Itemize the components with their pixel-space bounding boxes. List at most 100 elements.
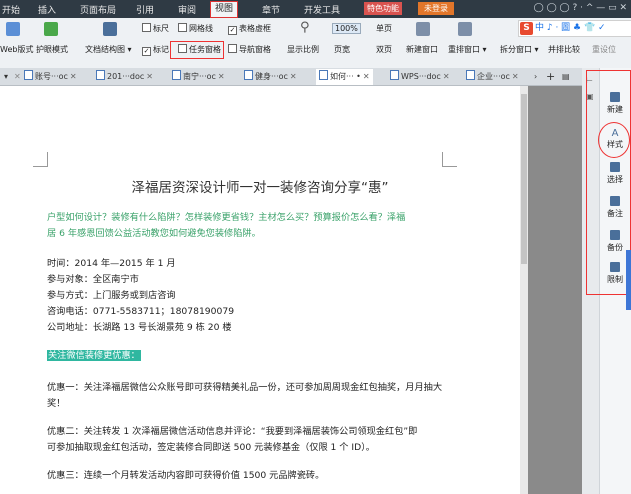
- menu-review[interactable]: 审阅: [178, 3, 196, 16]
- ruler-label: 标尺: [153, 24, 169, 33]
- tab-document[interactable]: 201···doc ✕: [96, 70, 153, 84]
- page-corner-marker: [442, 152, 457, 167]
- document-page[interactable]: 泽福居资深设计师一对一装修咨询分享“惠” 户型如何设计？装修有什么陷阱？怎样装修…: [0, 86, 520, 494]
- zoom-button[interactable]: 显示比例: [287, 44, 319, 55]
- close-icon[interactable]: ✕: [290, 72, 297, 81]
- menu-insert[interactable]: 插入: [38, 3, 56, 16]
- login-button[interactable]: 未登录: [418, 2, 454, 15]
- document-icon: [466, 70, 475, 80]
- menu-bar: 开始 插入 页面布局 引用 审阅 视图 章节 开发工具 特色功能 未登录 ◯ ◯…: [0, 0, 631, 18]
- wechat-heading: 关注微信装修更优惠：: [47, 348, 141, 364]
- close-icon[interactable]: ✕: [218, 72, 225, 81]
- offer-one-line-2: 奖！: [47, 398, 66, 409]
- checkbox-checked-icon: ✓: [228, 26, 237, 35]
- document-tab-bar: ▾ ✕ 账号···oc ✕ 201···doc ✕ 南宁···oc ✕ 健身···oc…: [0, 68, 631, 86]
- document-map-icon: [103, 22, 117, 36]
- tab-label: WPS···doc: [401, 72, 441, 81]
- zoom-100-button[interactable]: 100%: [332, 23, 361, 34]
- ruler-checkbox[interactable]: 标尺: [142, 23, 169, 34]
- document-icon: [24, 70, 33, 80]
- page-corner-marker: [33, 152, 48, 167]
- tab-label: 如何··· •: [330, 72, 361, 81]
- offer-two-line-1: 优惠二：关注转发 1 次泽福居微信活动信息并评论：“我要到泽福居装饰公司领现金红…: [47, 426, 418, 437]
- tab-menu-icon[interactable]: ▤: [562, 70, 570, 84]
- two-pages-button[interactable]: 双页: [376, 44, 392, 55]
- new-tab-button[interactable]: +: [546, 70, 555, 84]
- tab-label: 南宁···oc: [183, 72, 216, 81]
- new-window-button[interactable]: 新建窗口: [406, 44, 438, 55]
- checkbox-icon: [142, 23, 151, 32]
- wechat-heading-text: 关注微信装修更优惠：: [47, 350, 141, 361]
- document-map-button[interactable]: 文档结构图 ▾: [85, 44, 132, 55]
- close-icon[interactable]: ✕: [70, 72, 77, 81]
- tab-label: 健身···oc: [255, 72, 288, 81]
- mark-checkbox[interactable]: ✓ 标记: [142, 44, 169, 56]
- close-icon[interactable]: ✕: [443, 72, 450, 81]
- document-title: 泽福居资深设计师一对一装修咨询分享“惠”: [131, 180, 389, 196]
- single-page-button[interactable]: 单页: [376, 23, 392, 34]
- nav-window-checkbox[interactable]: 导航窗格: [228, 44, 271, 55]
- side-by-side-button[interactable]: 并排比较: [548, 44, 580, 55]
- close-icon[interactable]: ✕: [14, 70, 21, 84]
- event-time: 时间：2014 年—2015 年 1 月: [47, 258, 176, 269]
- nav-window-label: 导航窗格: [239, 45, 271, 54]
- pane-edge-marker: [626, 250, 631, 310]
- offer-two-line-2: 可参加抽取现金红包活动，签定装修合同即送 500 元装修基金（仅限 1 个 ID…: [47, 442, 375, 453]
- event-method: 参与方式：上门服务或到店咨询: [47, 290, 176, 301]
- ime-toolbar[interactable]: S中 ♪ ⋅ 圖 ♣ 👕 ✓: [518, 20, 631, 37]
- offer-three: 优惠三：连续一个月转发活动内容即可获得价值 1500 元品牌瓷砖。: [47, 470, 325, 481]
- document-icon: [172, 70, 181, 80]
- table-lines-checkbox[interactable]: ✓ 表格虚框: [228, 23, 271, 35]
- task-pane-highlight-box: [586, 70, 631, 295]
- close-icon[interactable]: ✕: [146, 72, 153, 81]
- eye-mode-icon: [44, 22, 58, 36]
- window-controls[interactable]: ◯ ◯ ◯ ? · ^ — ▭ ✕: [534, 3, 627, 13]
- gridlines-label: 网格线: [189, 24, 213, 33]
- menu-page-layout[interactable]: 页面布局: [80, 3, 116, 16]
- reset-position-button[interactable]: 重设位: [592, 44, 616, 55]
- task-pane-highlight: [170, 41, 224, 59]
- vertical-scrollbar[interactable]: [520, 86, 528, 494]
- mark-label: 标记: [153, 45, 169, 54]
- menu-home[interactable]: 开始: [2, 3, 20, 16]
- tab-document[interactable]: 账号···oc ✕: [24, 70, 77, 84]
- document-icon: [96, 70, 105, 80]
- tab-document[interactable]: 南宁···oc ✕: [172, 70, 225, 84]
- special-features-button[interactable]: 特色功能: [364, 2, 402, 15]
- gridlines-checkbox[interactable]: 网格线: [178, 23, 213, 34]
- view-ribbon: Web版式 护眼模式 文档结构图 ▾ 标尺 网格线 ✓ 表格虚框 ✓ 标记 任务窗格…: [0, 18, 631, 69]
- document-icon: [244, 70, 253, 80]
- checkbox-checked-icon: ✓: [142, 47, 151, 56]
- close-icon[interactable]: ✕: [363, 72, 370, 81]
- event-phone: 咨询电话：0771-5583711；18078190079: [47, 306, 235, 317]
- document-icon: [319, 70, 328, 80]
- menu-references[interactable]: 引用: [136, 3, 154, 16]
- tab-label: 账号···oc: [35, 72, 68, 81]
- tab-scroll-right[interactable]: ›: [534, 70, 537, 84]
- arrange-window-button[interactable]: 重排窗口 ▾: [448, 44, 487, 55]
- close-icon[interactable]: ✕: [512, 72, 519, 81]
- offer-one-line-1: 优惠一：关注泽福居微信公众账号即可获得精美礼品一份，还可参加周周现金红包抽奖，月…: [47, 382, 443, 393]
- split-window-label: 拆分窗口: [500, 45, 532, 54]
- scrollbar-thumb[interactable]: [521, 94, 527, 264]
- event-audience: 参与对象：全区南宁市: [47, 274, 139, 285]
- web-view-button[interactable]: Web版式: [0, 44, 33, 55]
- table-lines-label: 表格虚框: [239, 24, 271, 33]
- eye-mode-button[interactable]: 护眼模式: [36, 44, 68, 55]
- tab-document[interactable]: 企业···oc ✕: [466, 70, 519, 84]
- arrange-window-icon: [458, 22, 472, 36]
- page-width-button[interactable]: 页宽: [334, 44, 350, 55]
- ime-logo-icon: S: [520, 22, 533, 35]
- tab-document[interactable]: WPS···doc ✕: [390, 70, 450, 84]
- menu-view[interactable]: 视图: [210, 1, 239, 18]
- document-map-label: 文档结构图: [85, 45, 125, 54]
- tab-scroll-left[interactable]: ▾: [4, 70, 8, 84]
- split-window-button[interactable]: 拆分窗口 ▾: [500, 44, 539, 55]
- menu-developer[interactable]: 开发工具: [304, 3, 340, 16]
- tab-document-active[interactable]: 如何··· • ✕: [316, 69, 373, 85]
- document-workspace: 泽福居资深设计师一对一装修咨询分享“惠” 户型如何设计？装修有什么陷阱？怎样装修…: [0, 86, 585, 494]
- menu-chapter[interactable]: 章节: [262, 3, 280, 16]
- tab-document[interactable]: 健身···oc ✕: [244, 70, 297, 84]
- web-view-icon: [6, 22, 20, 36]
- intro-line-1: 户型如何设计？装修有什么陷阱？怎样装修更省钱？主材怎么买？预算报价怎么看？泽福: [47, 212, 406, 223]
